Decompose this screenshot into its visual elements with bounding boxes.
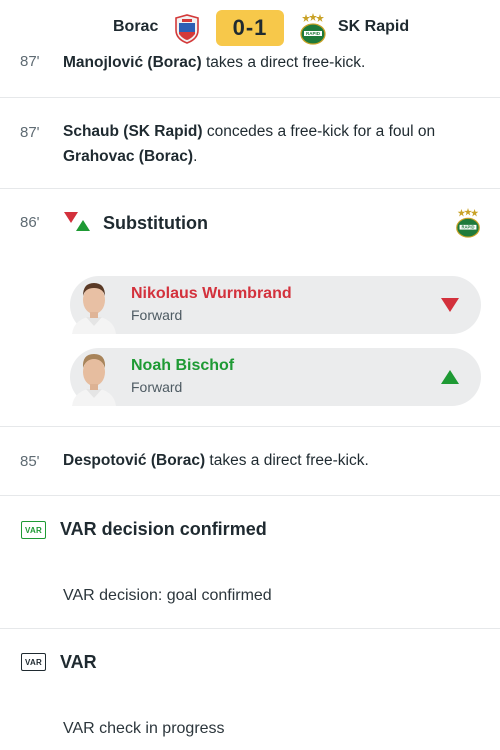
divider bbox=[0, 628, 500, 629]
player-name: Manojlović (Borac) bbox=[63, 54, 202, 71]
player-out-name: Nikolaus Wurmbrand bbox=[131, 285, 292, 302]
arrow-down-icon bbox=[441, 298, 459, 312]
borac-crest-icon bbox=[175, 14, 199, 44]
player-in-card[interactable]: Noah Bischof Forward bbox=[70, 348, 481, 406]
event-text: Schaub (SK Rapid) concedes a free-kick f… bbox=[63, 119, 483, 169]
svg-text:RAPID: RAPID bbox=[306, 31, 321, 36]
home-team-name: Borac bbox=[113, 18, 159, 35]
event-text: Despotović (Borac) takes a direct free-k… bbox=[63, 448, 483, 473]
var-title: VAR decision confirmed bbox=[60, 519, 267, 539]
score-badge: 0-1 bbox=[216, 10, 284, 46]
var-icon: VAR bbox=[21, 653, 46, 671]
player-name: Despotović (Borac) bbox=[63, 452, 206, 469]
event-minute: 86' bbox=[20, 214, 40, 231]
var-description: VAR check in progress bbox=[63, 720, 225, 737]
player-avatar bbox=[72, 354, 116, 406]
player-in-position: Forward bbox=[131, 379, 183, 395]
arrow-up-icon bbox=[441, 370, 459, 384]
event-description: takes a direct free-kick. bbox=[205, 452, 369, 469]
divider bbox=[0, 188, 500, 189]
substitution-title: Substitution bbox=[103, 213, 208, 233]
player-name: Schaub (SK Rapid) bbox=[63, 123, 203, 140]
team-crest-icon: RAPID bbox=[456, 208, 480, 238]
player-out-position: Forward bbox=[131, 307, 183, 323]
match-header: Borac 0-1 RAPID SK Rapid bbox=[0, 0, 500, 56]
event-description: takes a direct free-kick. bbox=[201, 54, 366, 71]
svg-text:RAPID: RAPID bbox=[461, 225, 474, 230]
event-description: concedes a free-kick for a foul on bbox=[202, 123, 436, 140]
divider bbox=[0, 426, 500, 427]
var-icon: VAR bbox=[21, 521, 46, 539]
player-out-card[interactable]: Nikolaus Wurmbrand Forward bbox=[70, 276, 481, 334]
divider bbox=[0, 495, 500, 496]
rapid-crest-icon: RAPID bbox=[300, 13, 326, 45]
player-in-name: Noah Bischof bbox=[131, 357, 235, 374]
player-avatar bbox=[72, 283, 116, 334]
var-description: VAR decision: goal confirmed bbox=[63, 587, 272, 604]
var-title: VAR bbox=[60, 652, 97, 672]
event-minute: 85' bbox=[20, 453, 40, 470]
event-punctuation: . bbox=[193, 148, 198, 165]
divider bbox=[0, 97, 500, 98]
player-name: Grahovac (Borac) bbox=[63, 148, 194, 165]
event-minute: 87' bbox=[20, 124, 40, 141]
away-team-name: SK Rapid bbox=[338, 18, 410, 35]
substitution-icon bbox=[64, 212, 90, 231]
